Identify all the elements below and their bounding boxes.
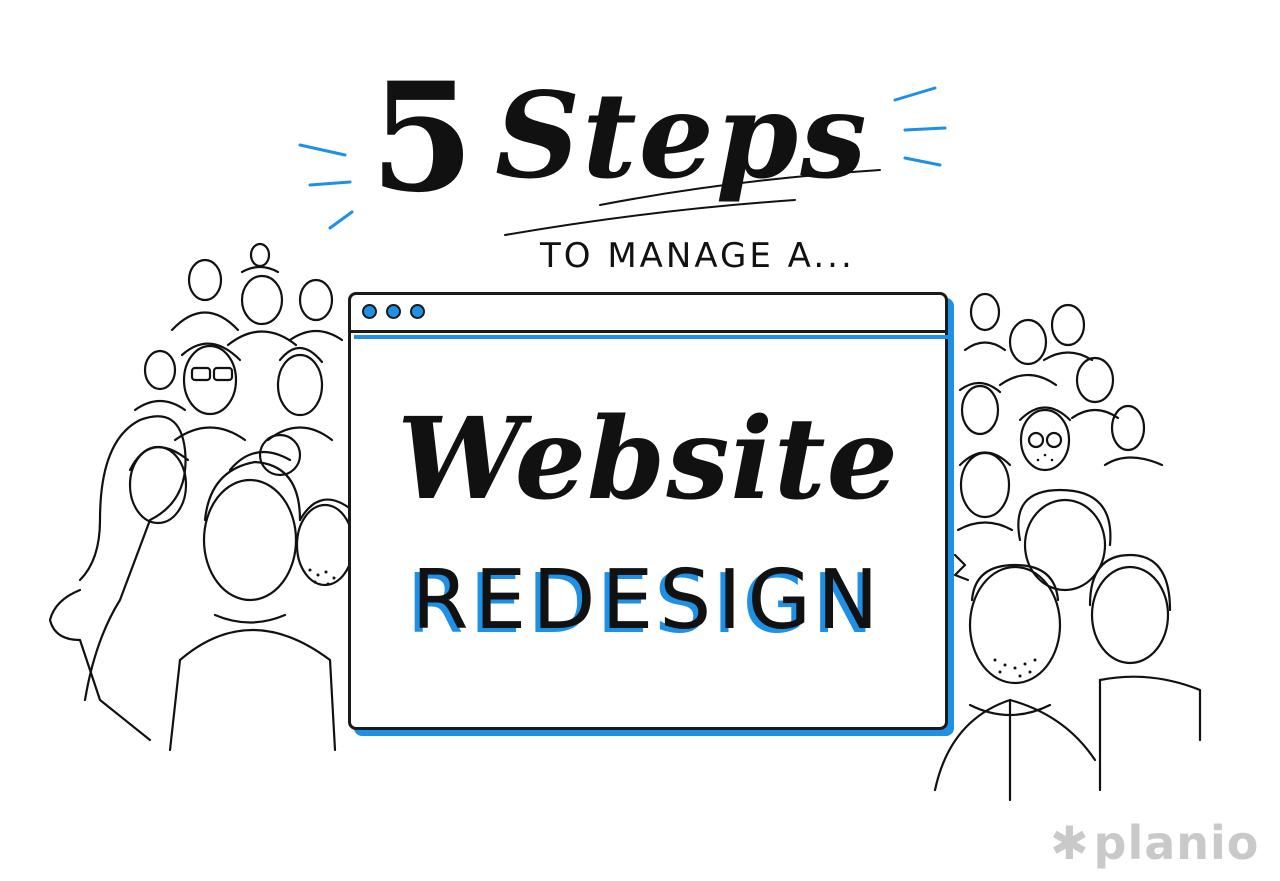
- spark-line: [308, 180, 352, 187]
- spark-line: [328, 210, 354, 230]
- window-dot-icon: [410, 304, 425, 319]
- crowd-left: [48, 242, 355, 752]
- spark-line: [903, 126, 947, 132]
- browser-titlebar-divider: [348, 330, 948, 333]
- window-subheadline: REDESIGN: [411, 553, 885, 648]
- window-headline: Website: [397, 394, 899, 525]
- main-title: 5 Steps: [360, 55, 880, 225]
- browser-bar-shadow: [354, 335, 948, 339]
- spark-line: [903, 156, 942, 167]
- window-dot-icon: [362, 304, 377, 319]
- title-word: Steps: [495, 66, 869, 205]
- brand-logo: ✱planio: [1050, 818, 1259, 868]
- spark-line: [893, 86, 937, 102]
- asterisk-icon: ✱: [1050, 816, 1090, 870]
- illustration: 5 Steps TO MANAGE A... Website REDESIGN …: [0, 0, 1280, 881]
- window-dot-icon: [386, 304, 401, 319]
- browser-window: Website REDESIGN: [348, 292, 950, 734]
- spark-line: [298, 143, 347, 157]
- title-number: 5: [370, 50, 475, 226]
- logo-text: planio: [1093, 816, 1260, 870]
- crowd-right: [933, 292, 1202, 802]
- subtitle: TO MANAGE A...: [540, 236, 855, 276]
